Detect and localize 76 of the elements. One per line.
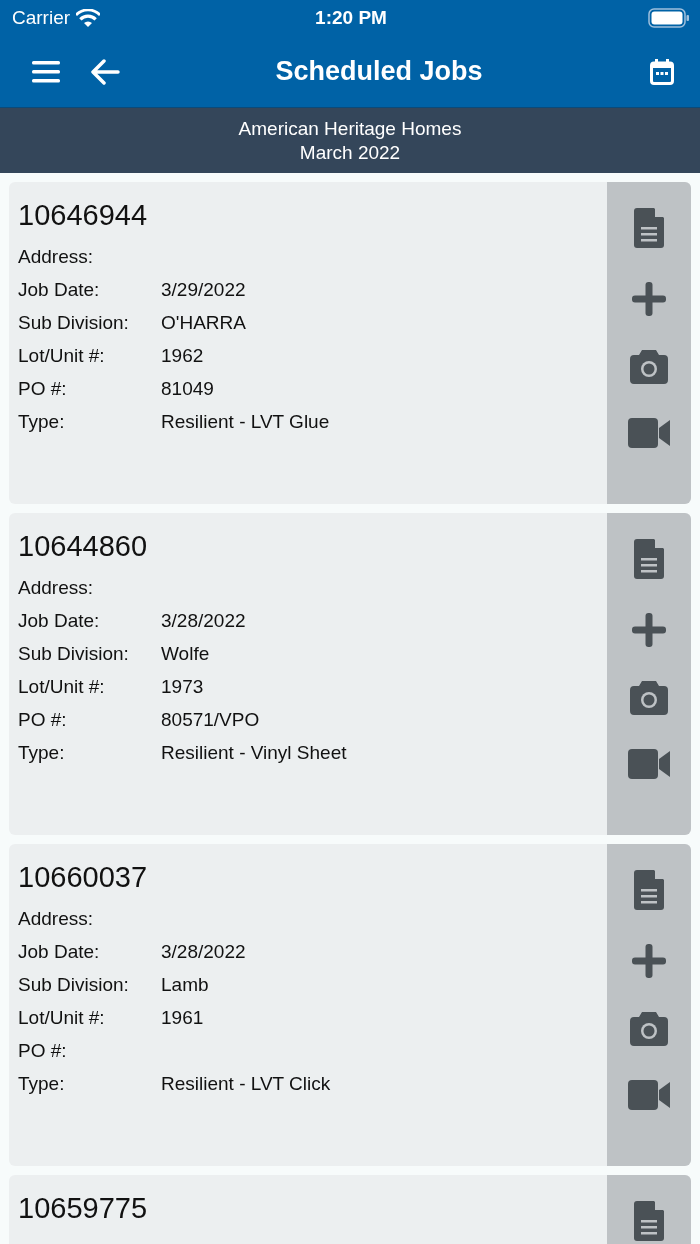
document-icon <box>634 870 664 910</box>
menu-button[interactable] <box>32 60 60 83</box>
field-label: Job Date: <box>18 278 101 301</box>
field-label: Address: <box>18 907 94 930</box>
camera-icon <box>630 1012 668 1046</box>
plus-icon <box>632 613 666 647</box>
field-value: 1973 <box>161 675 204 698</box>
document-button[interactable] <box>634 870 664 910</box>
field-value: Lamb <box>161 973 209 996</box>
field-value: Resilient - Vinyl Sheet <box>161 741 347 764</box>
field-label: Address: <box>18 576 94 599</box>
field-label: Sub Division: <box>18 311 130 334</box>
camera-icon <box>630 681 668 715</box>
video-camera-icon <box>628 418 670 448</box>
camera-icon <box>630 350 668 384</box>
field-label: Lot/Unit #: <box>18 1006 106 1029</box>
field-value: O'HARRA <box>161 311 246 334</box>
field-label: Type: <box>18 1072 66 1095</box>
field-value: Resilient - LVT Click <box>161 1072 331 1095</box>
document-icon <box>634 208 664 248</box>
calendar-button[interactable] <box>650 58 674 85</box>
field-value: 3/28/2022 <box>161 609 246 632</box>
field-value: 1962 <box>161 344 204 367</box>
field-label: Sub Division: <box>18 973 130 996</box>
field-label: PO #: <box>18 1039 68 1062</box>
document-button[interactable] <box>634 208 664 248</box>
company-name: American Heritage Homes <box>238 116 462 141</box>
job-card[interactable]: 10646944 Address: Job Date: 3/29/2022 Sub Division: O'HARRA Lot/Unit #: 1962 PO #: 81049 Type: Resilient - LVT Glue <box>9 182 691 504</box>
job-number: 10659775 <box>18 1190 149 1226</box>
plus-icon <box>632 944 666 978</box>
clock-time: 1:20 PM <box>315 7 387 29</box>
job-number: 10660037 <box>18 859 149 895</box>
camera-button[interactable] <box>630 1012 668 1046</box>
video-button[interactable] <box>628 749 670 779</box>
job-card[interactable]: 10659775 <box>9 1175 691 1244</box>
video-button[interactable] <box>628 1080 670 1110</box>
field-value: 81049 <box>161 377 214 400</box>
wifi-icon <box>76 9 101 27</box>
plus-icon <box>632 282 666 316</box>
battery-icon <box>648 8 690 28</box>
field-label: Lot/Unit #: <box>18 344 106 367</box>
camera-button[interactable] <box>630 681 668 715</box>
field-value: 3/28/2022 <box>161 940 246 963</box>
add-button[interactable] <box>632 282 666 316</box>
add-button[interactable] <box>632 613 666 647</box>
document-icon <box>634 1201 664 1241</box>
document-button[interactable] <box>634 539 664 579</box>
field-label: Sub Division: <box>18 642 130 665</box>
job-card[interactable]: 10644860 Address: Job Date: 3/28/2022 Sub Division: Wolfe Lot/Unit #: 1973 PO #: 80571/VPO Type: Resilient - Vinyl Sheet <box>9 513 691 835</box>
field-label: Type: <box>18 410 66 433</box>
field-label: PO #: <box>18 377 68 400</box>
field-label: Job Date: <box>18 940 101 963</box>
document-icon <box>634 539 664 579</box>
field-label: Lot/Unit #: <box>18 675 106 698</box>
screen-title: Scheduled Jobs <box>274 56 484 87</box>
field-value: Resilient - LVT Glue <box>161 410 330 433</box>
field-value: 1961 <box>161 1006 204 1029</box>
document-button[interactable] <box>634 1201 664 1241</box>
field-label: Job Date: <box>18 609 101 632</box>
job-number: 10644860 <box>18 528 149 564</box>
back-button[interactable] <box>90 58 120 85</box>
field-label: Address: <box>18 245 94 268</box>
add-button[interactable] <box>632 944 666 978</box>
video-camera-icon <box>628 1080 670 1110</box>
video-button[interactable] <box>628 418 670 448</box>
field-label: PO #: <box>18 708 68 731</box>
video-camera-icon <box>628 749 670 779</box>
job-card[interactable]: 10660037 Address: Job Date: 3/28/2022 Sub Division: Lamb Lot/Unit #: 1961 PO #: Type: Resilient - LVT Click <box>9 844 691 1166</box>
camera-button[interactable] <box>630 350 668 384</box>
field-value: 3/29/2022 <box>161 278 246 301</box>
field-value: 80571/VPO <box>161 708 260 731</box>
carrier-name: Carrier <box>12 7 71 29</box>
field-label: Type: <box>18 741 66 764</box>
field-value: Wolfe <box>161 642 210 665</box>
job-number: 10646944 <box>18 197 149 233</box>
month-label: March 2022 <box>299 140 401 165</box>
